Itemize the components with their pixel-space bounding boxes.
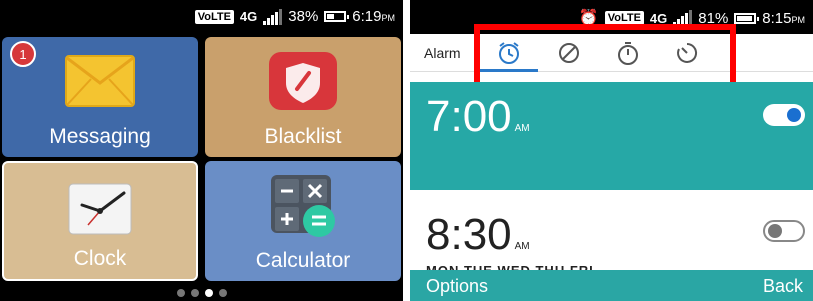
unread-badge: 1 [10, 41, 36, 67]
clock-icon [68, 183, 132, 235]
clock-label: Clock [73, 247, 127, 270]
alarm-row[interactable]: 7:00 AM [410, 82, 813, 190]
messaging-label: Messaging [49, 125, 151, 148]
signal-icon [263, 8, 283, 25]
page-dot[interactable] [190, 289, 199, 297]
battery-icon [324, 11, 350, 22]
status-time: 6:19PM [352, 8, 395, 25]
highlight-box [474, 24, 736, 90]
calculator-tile[interactable]: Calculator [205, 161, 401, 281]
page-title: Alarm [424, 45, 461, 61]
back-softkey[interactable]: Back [763, 276, 803, 297]
page-dot[interactable] [218, 289, 227, 297]
blacklist-label: Blacklist [264, 125, 342, 148]
clock-app-screen: ⏰ VoLTE 4G 81% 8:15PM Alarm 7:00 AM 8:30… [410, 0, 813, 301]
page-dot[interactable] [176, 289, 185, 297]
volte-badge: VoLTE [194, 9, 234, 24]
status-bar: VoLTE 4G 38% 6:19PM [0, 0, 403, 34]
calculator-label: Calculator [255, 249, 351, 272]
volte-badge: VoLTE [604, 11, 644, 25]
clock-tile[interactable]: Clock [2, 161, 198, 281]
battery-percent: 38% [288, 8, 319, 25]
options-softkey[interactable]: Options [426, 276, 488, 297]
status-time: 8:15PM [762, 9, 805, 27]
battery-icon [734, 12, 760, 24]
page-dot-active[interactable] [204, 289, 213, 297]
calculator-icon [271, 175, 335, 237]
blacklist-tile[interactable]: Blacklist [205, 37, 401, 157]
network-type: 4G [239, 9, 258, 24]
alarm-toggle[interactable] [763, 220, 805, 242]
alarm-time: 7:00 AM [426, 92, 530, 141]
alarm-row[interactable]: 8:30AM MON TUE WED THU FRI [410, 190, 813, 278]
shield-block-icon [269, 52, 337, 110]
home-screen: VoLTE 4G 38% 6:19PM 1 Messaging Blacklis… [0, 0, 403, 301]
alarm-time: 8:30 AM [426, 210, 530, 259]
screenshot-pair: VoLTE 4G 38% 6:19PM 1 Messaging Blacklis… [0, 0, 813, 301]
alarm-toggle[interactable] [763, 104, 805, 126]
page-indicator [0, 289, 403, 297]
envelope-icon [65, 55, 135, 107]
softkey-bar: Options Back [410, 270, 813, 301]
